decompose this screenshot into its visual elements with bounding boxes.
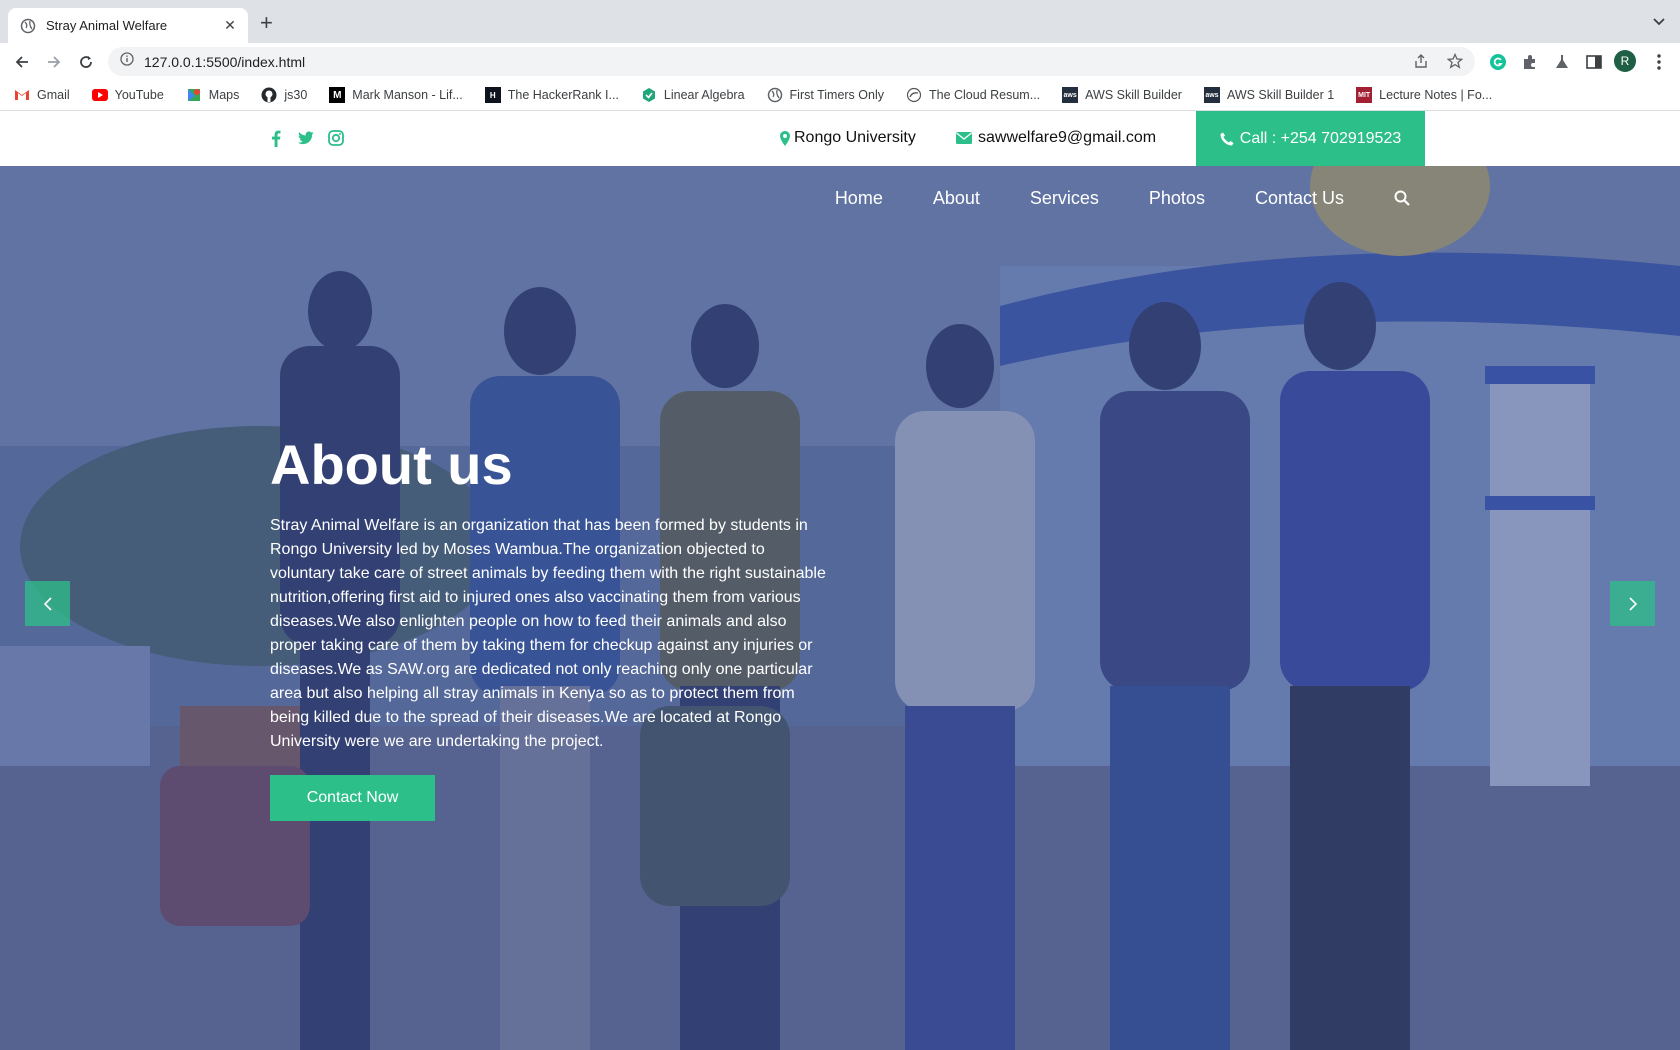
nav-about[interactable]: About — [933, 188, 980, 209]
url-text: 127.0.0.1:5500/index.html — [144, 53, 306, 70]
search-icon[interactable] — [1394, 190, 1412, 208]
site-topbar: Rongo University sawwelfare9@gmail.com C… — [0, 111, 1680, 166]
call-button[interactable]: Call : +254 702919523 — [1196, 111, 1425, 166]
side-panel-icon[interactable] — [1583, 51, 1605, 73]
bookmark-gmail[interactable]: Gmail — [14, 87, 70, 103]
back-icon[interactable] — [12, 52, 32, 72]
instagram-icon[interactable] — [328, 129, 344, 147]
hero-description: Stray Animal Welfare is an organization … — [270, 517, 826, 750]
maps-icon — [186, 87, 202, 103]
nav-contact-us[interactable]: Contact Us — [1255, 188, 1344, 209]
facebook-icon[interactable] — [268, 129, 284, 147]
carousel-next-button[interactable] — [1610, 581, 1655, 626]
browser-toolbar: 127.0.0.1:5500/index.html R — [0, 43, 1680, 80]
chevron-left-icon — [43, 596, 53, 611]
bookmark-maps[interactable]: Maps — [186, 87, 239, 103]
tab-search-icon[interactable] — [1652, 14, 1666, 33]
hackerrank-icon: H — [484, 87, 501, 103]
chevron-right-icon — [1628, 596, 1638, 611]
twitter-icon[interactable] — [298, 129, 314, 147]
hero-carousel: Home About Services Photos Contact Us Ab… — [0, 166, 1680, 1050]
medium-icon: M — [329, 87, 346, 103]
bookmark-cloud-resume[interactable]: The Cloud Resum... — [906, 87, 1040, 103]
call-text: Call : +254 702919523 — [1239, 129, 1402, 147]
globe-icon — [20, 18, 36, 34]
gmail-icon — [14, 87, 30, 103]
bookmark-linear-algebra[interactable]: Linear Algebra — [641, 87, 745, 103]
bookmark-lecture-notes[interactable]: MIT Lecture Notes | Fo... — [1356, 87, 1492, 103]
bookmark-first-timers[interactable]: First Timers Only — [767, 87, 884, 103]
mit-icon: MIT — [1356, 87, 1373, 103]
aws-icon: aws — [1203, 87, 1220, 103]
browser-tabstrip: Stray Animal Welfare ✕ + — [0, 0, 1680, 43]
bookmark-aws-skill-builder[interactable]: aws AWS Skill Builder — [1062, 87, 1182, 103]
bookmark-js30[interactable]: js30 — [261, 87, 307, 103]
globe-icon — [767, 87, 783, 103]
hero-title: About us — [270, 433, 513, 496]
reload-icon[interactable] — [76, 52, 96, 72]
profile-avatar[interactable]: R — [1614, 50, 1636, 72]
browser-menu-icon[interactable] — [1648, 51, 1670, 73]
close-tab-icon[interactable]: ✕ — [222, 17, 238, 34]
contact-now-button[interactable]: Contact Now — [270, 775, 435, 821]
location-info: Rongo University — [780, 129, 916, 147]
hexagon-icon — [641, 87, 657, 103]
labs-flask-icon[interactable] — [1551, 51, 1573, 73]
github-icon — [261, 87, 277, 103]
nav-home[interactable]: Home — [835, 188, 883, 209]
extensions-puzzle-icon[interactable] — [1519, 51, 1541, 73]
aws-icon: aws — [1062, 87, 1079, 103]
site-info-icon[interactable] — [120, 52, 134, 71]
browser-tab[interactable]: Stray Animal Welfare ✕ — [8, 8, 248, 43]
main-nav: Home About Services Photos Contact Us — [835, 188, 1412, 209]
nav-services[interactable]: Services — [1030, 188, 1099, 209]
email-text[interactable]: sawwelfare9@gmail.com — [978, 129, 1156, 147]
hero-overlay — [0, 166, 1680, 1050]
share-icon[interactable] — [1413, 53, 1429, 74]
bookmark-mark-manson[interactable]: M Mark Manson - Lif... — [329, 87, 463, 103]
phone-icon — [1220, 132, 1240, 146]
address-bar[interactable]: 127.0.0.1:5500/index.html — [108, 47, 1475, 76]
bookmark-star-icon[interactable] — [1446, 52, 1464, 74]
bookmark-youtube[interactable]: YouTube — [91, 87, 164, 103]
new-tab-button[interactable]: + — [260, 12, 273, 34]
email-info: sawwelfare9@gmail.com — [956, 129, 1156, 147]
bookmark-aws-skill-builder-1[interactable]: aws AWS Skill Builder 1 — [1203, 87, 1334, 103]
envelope-icon — [956, 132, 972, 144]
forward-icon[interactable] — [44, 52, 64, 72]
bookmarks-bar: Gmail YouTube Maps js30 M Mark Manson - … — [0, 80, 1680, 111]
carousel-prev-button[interactable] — [25, 581, 70, 626]
bookmark-hackerrank[interactable]: H The HackerRank I... — [484, 87, 619, 103]
tab-title: Stray Animal Welfare — [46, 18, 168, 33]
nav-photos[interactable]: Photos — [1149, 188, 1205, 209]
location-text: Rongo University — [794, 129, 916, 146]
social-links — [268, 129, 344, 147]
grammarly-icon[interactable] — [1487, 51, 1509, 73]
cloud-icon — [906, 87, 922, 103]
map-marker-icon — [780, 130, 790, 146]
youtube-icon — [91, 87, 108, 103]
